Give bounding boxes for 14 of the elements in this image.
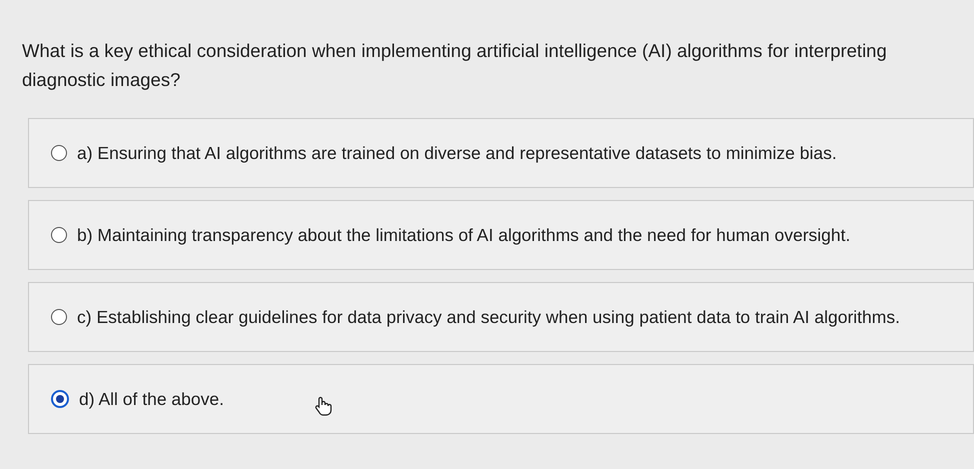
radio-button[interactable] <box>51 145 67 161</box>
option-label: d) All of the above. <box>79 388 224 410</box>
hand-cursor-icon <box>314 396 332 416</box>
answer-option[interactable]: c) Establishing clear guidelines for data privacy and security when using patient data to train AI algorithms. <box>28 282 974 352</box>
option-label: b) Maintaining transparency about the limitations of AI algorithms and the need for human oversight. <box>77 224 850 246</box>
option-label: a) Ensuring that AI algorithms are trained on diverse and representative datasets to minimize bias. <box>77 142 837 164</box>
option-label: c) Establishing clear guidelines for data privacy and security when using patient data to train AI algorithms. <box>77 306 900 328</box>
answer-option[interactable]: b) Maintaining transparency about the limitations of AI algorithms and the need for human oversight. <box>28 200 974 270</box>
answer-option[interactable]: a) Ensuring that AI algorithms are trained on diverse and representative datasets to minimize bias. <box>28 118 974 188</box>
radio-button[interactable] <box>51 309 67 325</box>
question-text: What is a key ethical consideration when implementing artificial intelligence (AI) algorithms for interpreting diagnostic images? <box>22 39 888 92</box>
radio-button[interactable] <box>51 390 69 408</box>
answer-option[interactable]: d) All of the above. <box>28 364 974 434</box>
radio-button[interactable] <box>51 227 67 243</box>
